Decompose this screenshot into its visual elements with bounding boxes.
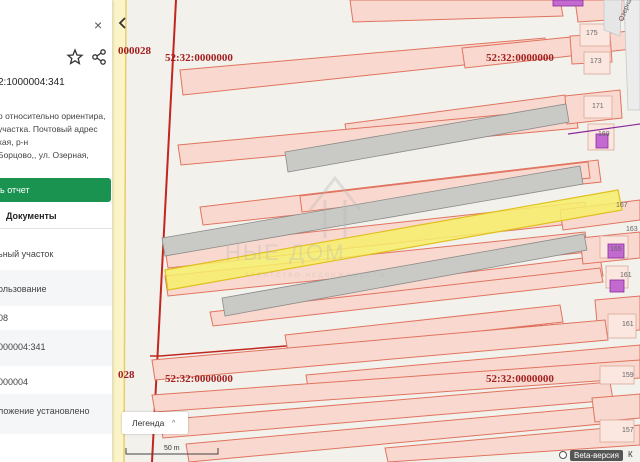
- address-line: о относительно ориентира,: [0, 111, 106, 121]
- beta-badge: Beta-версия: [570, 450, 623, 461]
- chevron-up-icon: ^: [172, 420, 176, 427]
- cadastral-label: 52:32:0000000: [486, 373, 554, 385]
- watermark-subtitle: АГЕНТСТВО НЕДВИЖИМОСТИ: [245, 272, 386, 279]
- info-row: 08: [0, 313, 9, 323]
- cadastral-label: 52:32:0000000: [165, 52, 233, 64]
- corner-label: К: [628, 450, 633, 459]
- share-icon[interactable]: [90, 48, 108, 66]
- tab-documents[interactable]: Документы: [6, 211, 57, 221]
- house-number: 167: [616, 202, 628, 209]
- cadastral-number: 2:1000004:341: [0, 77, 65, 88]
- address-text: о относительно ориентира, участка. Почто…: [0, 110, 110, 162]
- watermark-brand: НЫЕ ДОМ: [225, 240, 346, 265]
- collapse-panel-chevron-icon[interactable]: [116, 12, 130, 34]
- purple-marker: [609, 279, 625, 293]
- watermark-house-icon: [308, 175, 362, 238]
- legend-label: Легенда: [132, 418, 165, 428]
- info-row: ложение установлено: [0, 406, 90, 416]
- house-number: 169: [598, 131, 610, 138]
- parcel: [591, 393, 640, 423]
- cadastral-label: 028: [118, 369, 135, 381]
- cadastral-label: 000028: [118, 45, 151, 57]
- info-panel: × 2:1000004:341 о относительно ориентира…: [0, 0, 112, 462]
- info-row: 000004: [0, 377, 29, 387]
- house-number: 159: [622, 372, 634, 379]
- purple-marker: [552, 0, 584, 7]
- info-row: ользование: [0, 284, 47, 294]
- get-report-button[interactable]: ь отчет: [0, 178, 111, 202]
- legend-button[interactable]: Легенда ^: [122, 412, 188, 434]
- star-icon[interactable]: [66, 48, 84, 66]
- district-boundary: [151, 0, 177, 462]
- house-number: 163: [626, 226, 638, 233]
- info-dot-icon: [559, 451, 567, 459]
- house-number: 175: [586, 30, 598, 37]
- house-number: 161: [620, 272, 632, 279]
- cadastral-label: 52:32:0000000: [486, 52, 554, 64]
- house-number: 161: [622, 321, 634, 328]
- parcel: [349, 0, 564, 23]
- parcels-lower: [151, 319, 640, 462]
- scale-label: 50 m: [164, 445, 180, 452]
- info-row: 000004:341: [0, 342, 46, 352]
- house-number: 165: [610, 246, 622, 253]
- house-number: 173: [590, 58, 602, 65]
- address-line: участка. Почтовый адрес: [0, 124, 98, 134]
- cadastral-label: 52:32:0000000: [165, 373, 233, 385]
- watermark: НЫЕ ДОМ АГЕНТСТВО НЕДВИЖИМОСТИ: [225, 170, 425, 290]
- address-line: кая, р-н: [0, 137, 29, 147]
- tab-divider: [0, 228, 112, 229]
- close-icon[interactable]: ×: [94, 18, 102, 32]
- scale-bar: 50 m: [122, 440, 222, 460]
- info-row: ьный участок: [0, 249, 54, 259]
- house-number: 171: [592, 103, 604, 110]
- address-line: Борцово,, ул. Озерная,: [0, 150, 89, 160]
- house-number: 157: [622, 427, 634, 434]
